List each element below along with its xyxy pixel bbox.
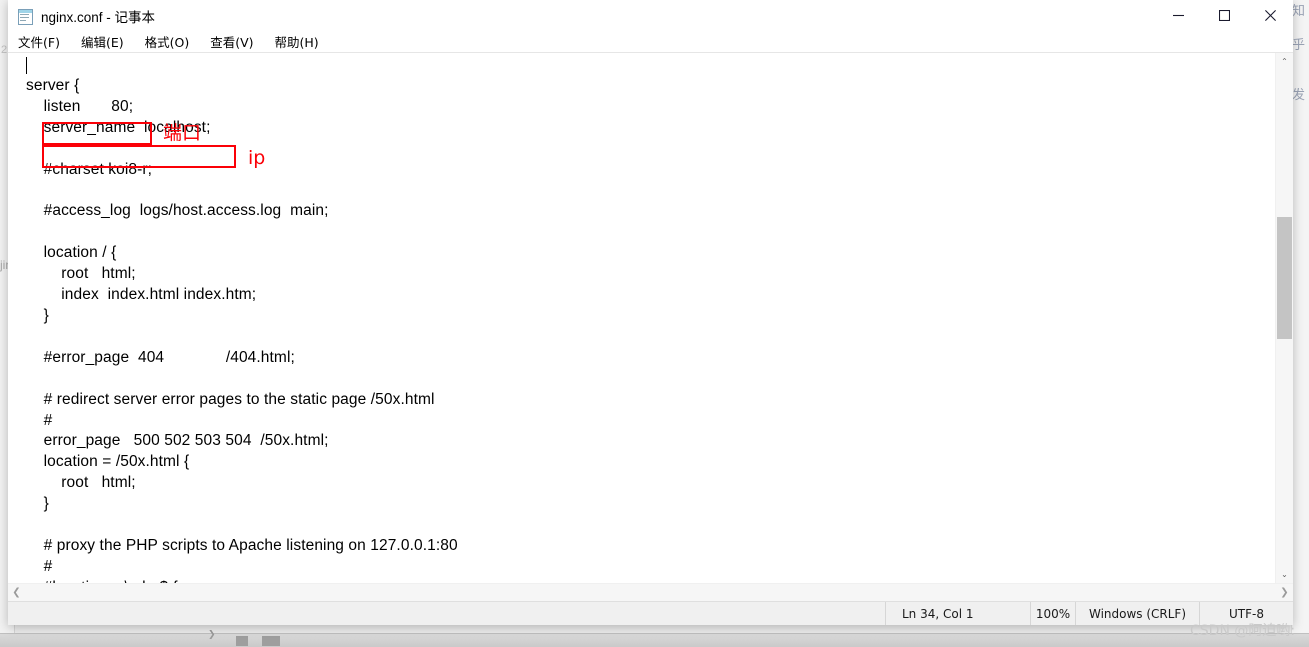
scroll-right-arrow-icon[interactable]: ❯ [1276, 584, 1293, 601]
window-controls [1155, 0, 1293, 31]
menu-item-edit[interactable]: 编辑(E) [81, 32, 124, 51]
background-left-line-number: 2 [1, 44, 8, 56]
status-bar: Ln 34, Col 1 100% Windows (CRLF) UTF-8 [8, 601, 1293, 625]
background-right-fragment-2: 乎 [1292, 38, 1306, 52]
menu-bar: 文件(F) 编辑(E) 格式(O) 查看(V) 帮助(H) [8, 31, 1293, 52]
scroll-up-arrow-icon[interactable]: ⌃ [1276, 53, 1293, 70]
close-button[interactable] [1247, 0, 1293, 31]
window-title: nginx.conf - 记事本 [41, 9, 156, 25]
vertical-scrollbar-thumb[interactable] [1277, 217, 1292, 339]
notepad-window: nginx.conf - 记事本 文件(F) 编辑(E) 格式(O) 查看(V)… [8, 0, 1293, 625]
minimize-icon [1172, 14, 1184, 17]
background-right-fragment-3: 发 [1292, 88, 1306, 102]
menu-item-view[interactable]: 查看(V) [210, 32, 253, 51]
close-icon [1264, 10, 1276, 21]
scroll-left-arrow-icon[interactable]: ❮ [8, 584, 25, 601]
menu-item-help[interactable]: 帮助(H) [275, 32, 319, 51]
editor-area: server { listen 80; server_name localhos… [8, 52, 1293, 583]
minimize-button[interactable] [1155, 0, 1201, 31]
background-window-scrollbar[interactable] [0, 633, 1309, 647]
background-scrollbar-thumb-b[interactable] [262, 636, 280, 646]
status-cursor-position: Ln 34, Col 1 [885, 602, 1030, 625]
background-right-fragment-1: 知 [1292, 4, 1306, 18]
config-text[interactable]: server { listen 80; server_name localhos… [26, 76, 458, 583]
horizontal-scrollbar[interactable]: ❮ ❯ [8, 583, 1293, 601]
background-scrollbar-arrow-icon[interactable]: ❯ [208, 629, 216, 640]
status-line-ending[interactable]: Windows (CRLF) [1075, 602, 1199, 625]
text-editor[interactable]: server { listen 80; server_name localhos… [8, 53, 1275, 583]
background-scrollbar-thumb-a[interactable] [236, 636, 248, 646]
vertical-scrollbar[interactable]: ⌃ ⌄ [1275, 53, 1293, 583]
notepad-icon [17, 8, 33, 25]
text-caret [26, 57, 27, 74]
scroll-down-arrow-icon[interactable]: ⌄ [1276, 566, 1293, 583]
maximize-button[interactable] [1201, 0, 1247, 31]
menu-item-file[interactable]: 文件(F) [18, 32, 60, 51]
maximize-icon [1218, 10, 1230, 21]
menu-item-format[interactable]: 格式(O) [145, 32, 190, 51]
status-encoding[interactable]: UTF-8 [1199, 602, 1293, 625]
status-zoom-level[interactable]: 100% [1030, 602, 1075, 625]
title-bar[interactable]: nginx.conf - 记事本 [8, 0, 1293, 31]
